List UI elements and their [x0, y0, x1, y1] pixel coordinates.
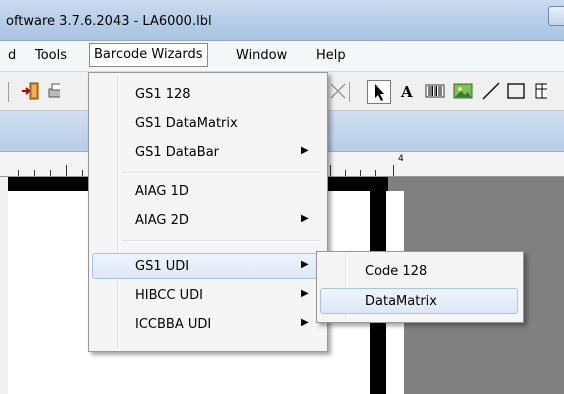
- menu-bar: d Tools Barcode Wizards Window Help: [0, 41, 564, 72]
- title-bar: oftware 3.7.6.2043 - LA6000.lbl: [0, 0, 564, 41]
- grid-icon[interactable]: [533, 80, 547, 102]
- gs1-udi-submenu: Code 128 DataMatrix: [316, 251, 524, 323]
- submenu-arrow-icon: ▶: [301, 317, 309, 328]
- menu-item-gs1-udi[interactable]: GS1 UDI ▶: [92, 253, 322, 279]
- delete-icon[interactable]: [327, 80, 349, 102]
- menu-separator: [122, 240, 320, 242]
- minimize-button[interactable]: [548, 6, 564, 26]
- toolbar-separator: [8, 82, 9, 102]
- menu-item-barcode-wizards[interactable]: Barcode Wizards: [89, 43, 208, 67]
- line-icon[interactable]: [480, 80, 502, 102]
- menu-item-aiag-2d[interactable]: AIAG 2D ▶: [92, 207, 322, 233]
- menu-item-code-128[interactable]: Code 128: [320, 258, 518, 284]
- ruler-number: 4: [398, 154, 404, 164]
- submenu-arrow-icon: ▶: [301, 213, 309, 224]
- submenu-arrow-icon: ▶: [301, 145, 309, 156]
- ruler-tick: [82, 170, 83, 176]
- submenu-arrow-icon: ▶: [301, 288, 309, 299]
- menu-item-label: AIAG 1D: [135, 184, 189, 199]
- ruler-tick: [375, 170, 376, 176]
- ruler-tick: [34, 170, 35, 176]
- menu-item-gs1-databar[interactable]: GS1 DataBar ▶: [92, 139, 322, 165]
- menu-item-window[interactable]: Window: [236, 48, 287, 63]
- import-icon[interactable]: [20, 80, 42, 102]
- print-icon[interactable]: [46, 80, 60, 102]
- window-title: oftware 3.7.6.2043 - LA6000.lbl: [6, 14, 212, 29]
- barcode-wizards-menu: GS1 128 GS1 DataMatrix GS1 DataBar ▶ AIA…: [88, 72, 328, 352]
- barcode-icon[interactable]: [424, 80, 446, 102]
- menu-item-label: GS1 DataMatrix: [135, 116, 238, 131]
- image-icon[interactable]: [452, 80, 474, 102]
- menu-item-iccbba-udi[interactable]: ICCBBA UDI ▶: [92, 311, 322, 337]
- menu-item-label: GS1 UDI: [135, 259, 190, 274]
- text-icon[interactable]: A: [397, 80, 419, 102]
- menu-item-gs1-128[interactable]: GS1 128: [92, 81, 322, 107]
- menu-item-gs1-datamatrix[interactable]: GS1 DataMatrix: [92, 110, 322, 136]
- menu-item-help[interactable]: Help: [316, 48, 346, 63]
- ruler-tick: [393, 165, 394, 176]
- menu-item-partial[interactable]: d: [8, 48, 16, 63]
- rectangle-icon[interactable]: [505, 80, 527, 102]
- menu-item-label: Code 128: [365, 264, 428, 279]
- ruler-tick: [360, 170, 361, 176]
- menu-item-label: AIAG 2D: [135, 213, 189, 228]
- submenu-arrow-icon: ▶: [301, 259, 309, 270]
- ruler-tick: [50, 170, 51, 176]
- menu-item-label: ICCBBA UDI: [135, 317, 212, 332]
- ruler-tick: [18, 170, 19, 176]
- menu-item-datamatrix[interactable]: DataMatrix: [320, 288, 518, 314]
- pointer-icon[interactable]: [367, 80, 391, 104]
- svg-text:A: A: [400, 83, 413, 101]
- menu-item-label: GS1 DataBar: [135, 145, 219, 160]
- menu-separator: [122, 172, 320, 174]
- menu-item-label: DataMatrix: [365, 294, 437, 309]
- menu-item-hibcc-udi[interactable]: HIBCC UDI ▶: [92, 282, 322, 308]
- toolbar-separator: [349, 82, 350, 102]
- ruler-tick: [330, 165, 331, 176]
- menu-item-label: GS1 128: [135, 87, 191, 102]
- menu-item-tools[interactable]: Tools: [35, 48, 67, 63]
- menu-item-aiag-1d[interactable]: AIAG 1D: [92, 178, 322, 204]
- ruler-tick: [345, 170, 346, 176]
- menu-item-label: HIBCC UDI: [135, 288, 203, 303]
- ruler-tick: [66, 165, 67, 176]
